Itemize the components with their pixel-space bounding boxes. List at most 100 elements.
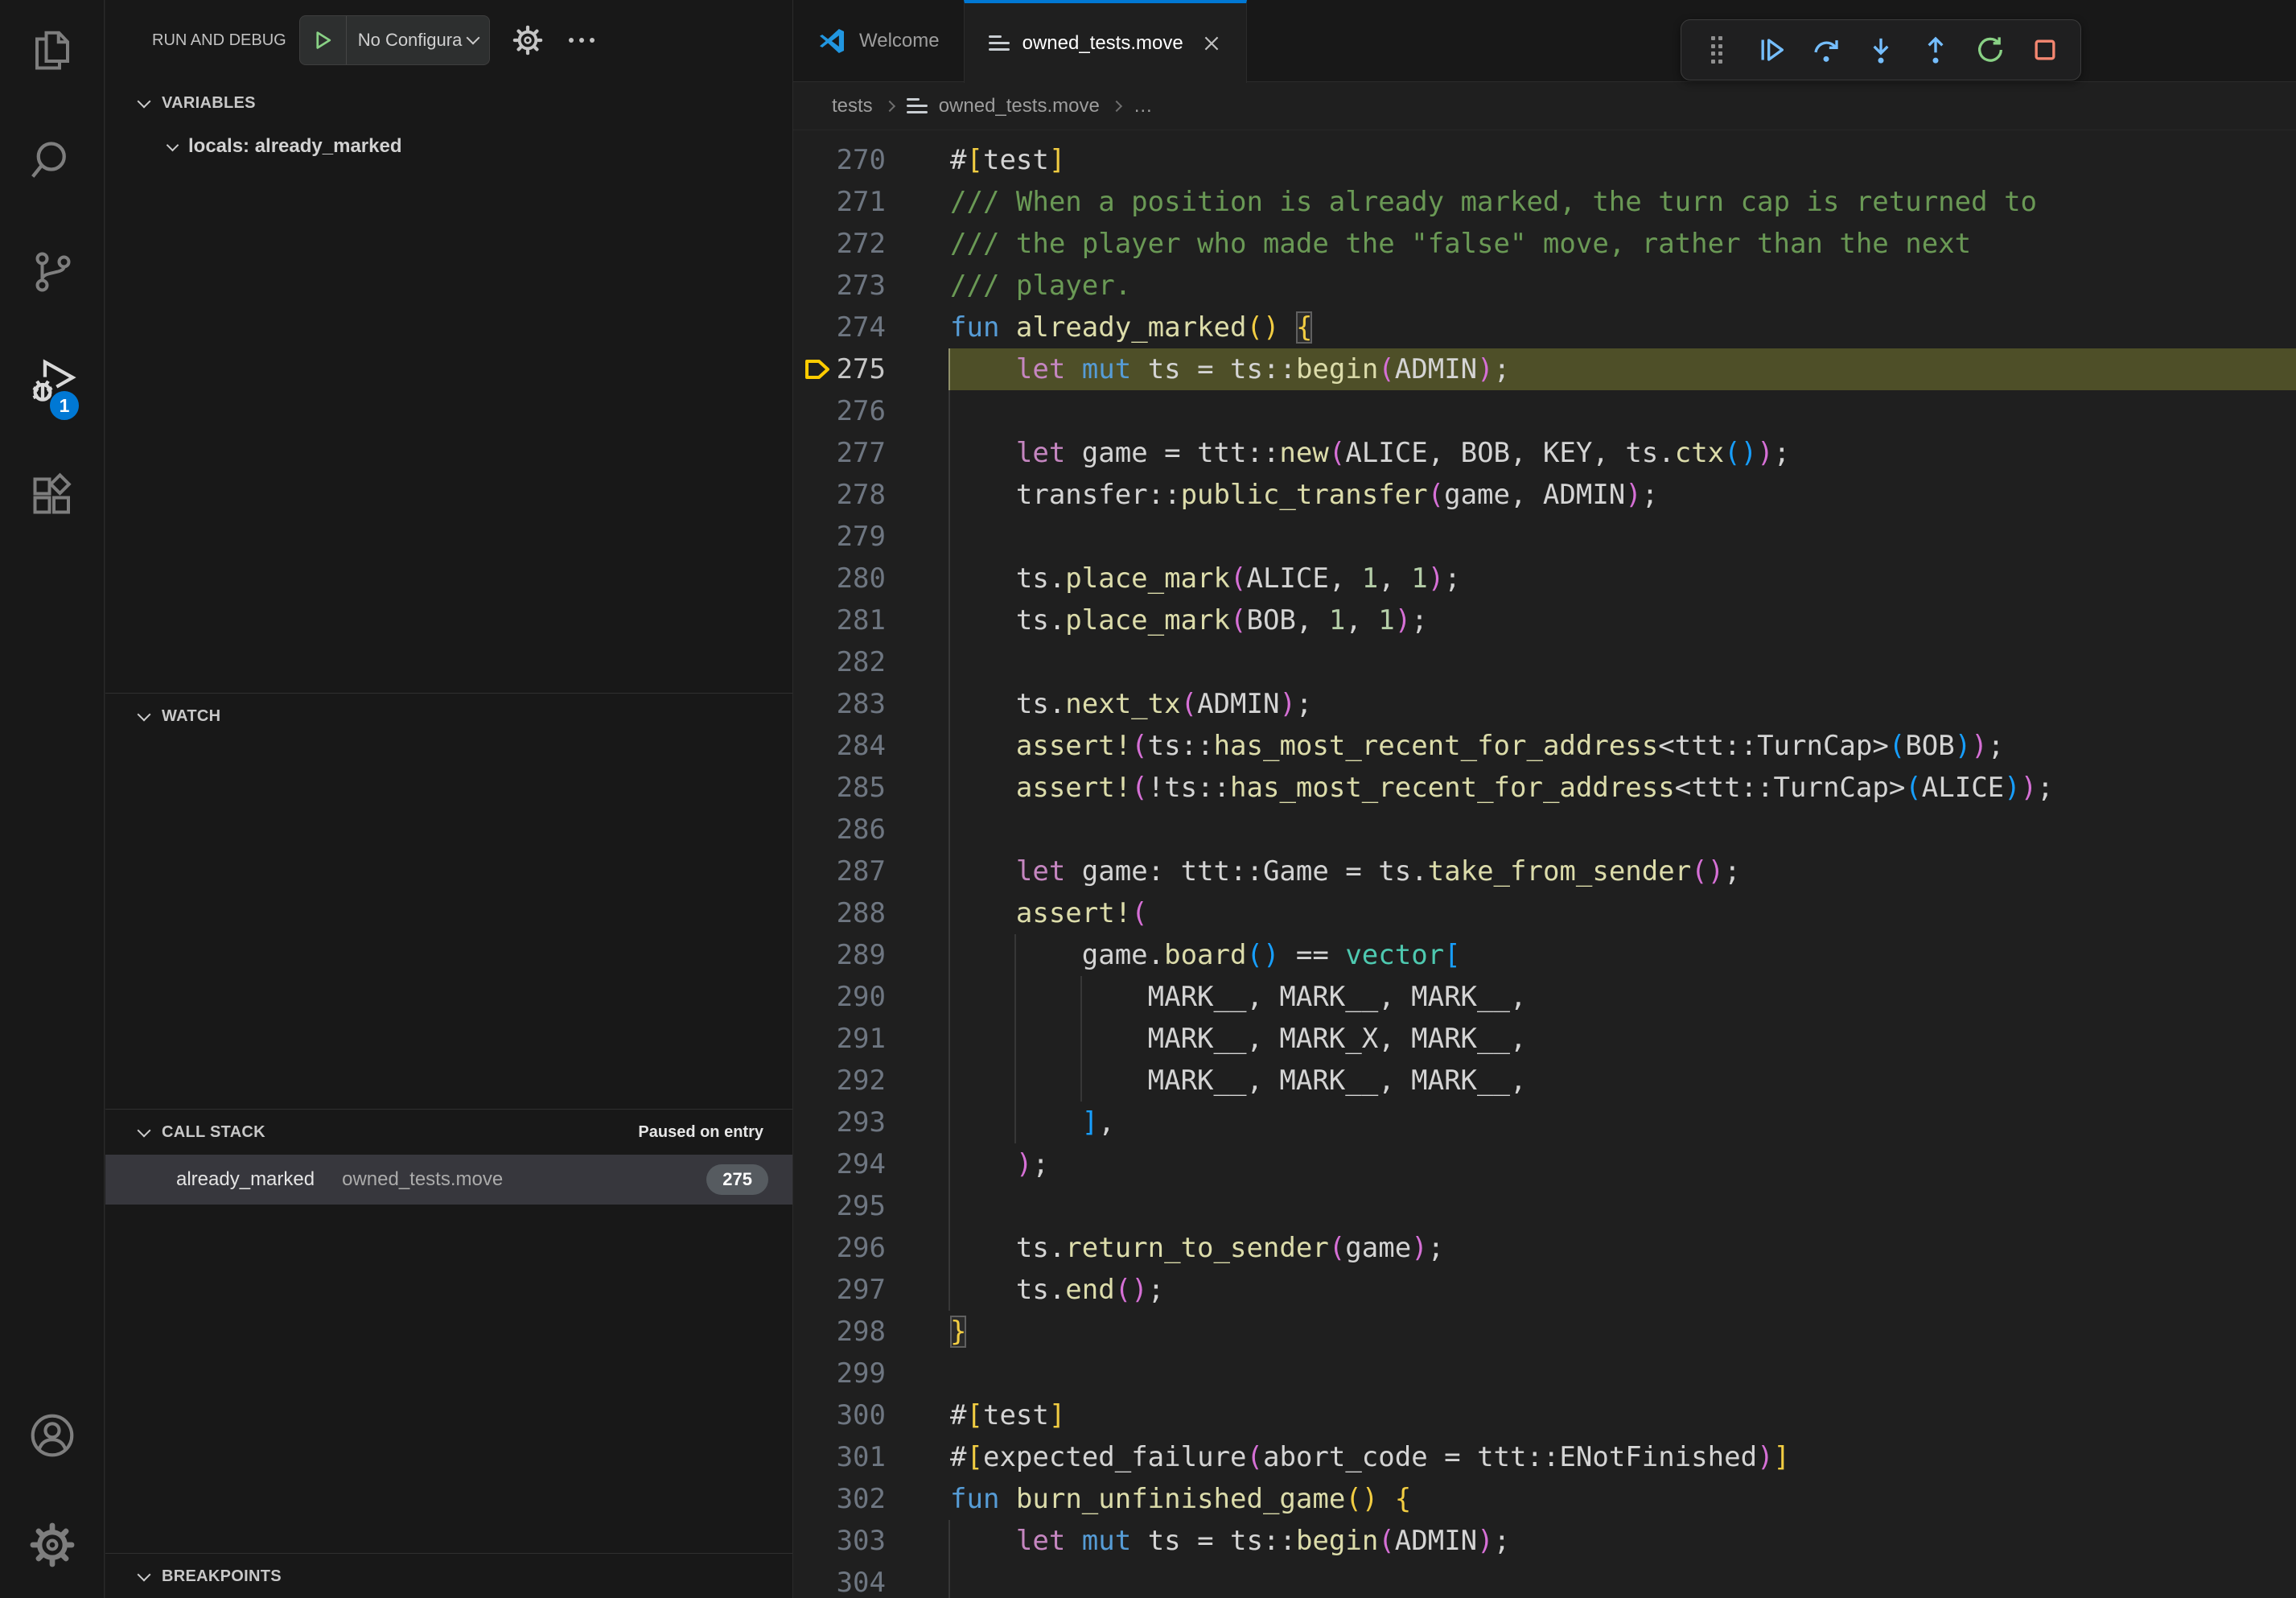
gutter[interactable]: 291 bbox=[793, 1018, 950, 1060]
line-number[interactable]: 289 bbox=[793, 934, 886, 976]
gutter[interactable]: 303 bbox=[793, 1520, 950, 1562]
code-text[interactable]: let game: ttt::Game = ts.take_from_sende… bbox=[950, 850, 2296, 892]
code-text[interactable]: /// player. bbox=[950, 265, 2296, 307]
tab-owned-tests[interactable]: owned_tests.move bbox=[964, 0, 1247, 83]
gutter[interactable]: 301 bbox=[793, 1436, 950, 1478]
gutter[interactable]: 300 bbox=[793, 1394, 950, 1436]
gutter[interactable]: 274 bbox=[793, 307, 950, 348]
code-text[interactable]: let game = ttt::new(ALICE, BOB, KEY, ts.… bbox=[950, 432, 2296, 474]
gutter[interactable]: 304 bbox=[793, 1562, 950, 1598]
start-debugging-icon[interactable] bbox=[300, 16, 347, 64]
gutter[interactable]: 280 bbox=[793, 558, 950, 599]
line-number[interactable]: 291 bbox=[793, 1018, 886, 1060]
code-text[interactable]: let mut ts = ts::begin(ADMIN); bbox=[950, 1520, 2296, 1562]
code-text[interactable] bbox=[950, 390, 2296, 432]
call-stack-frame-row[interactable]: already_marked owned_tests.move 275 bbox=[105, 1155, 792, 1205]
gutter[interactable]: 293 bbox=[793, 1102, 950, 1143]
more-actions-icon[interactable] bbox=[569, 38, 595, 43]
variables-section-header[interactable]: VARIABLES bbox=[105, 80, 792, 126]
line-number[interactable]: 282 bbox=[793, 641, 886, 683]
gutter[interactable]: 286 bbox=[793, 809, 950, 850]
locals-scope-row[interactable]: locals: already_marked bbox=[105, 126, 792, 167]
line-number[interactable]: 297 bbox=[793, 1269, 886, 1311]
line-number[interactable]: 288 bbox=[793, 892, 886, 934]
line-number[interactable]: 274 bbox=[793, 307, 886, 348]
gutter[interactable]: 287 bbox=[793, 850, 950, 892]
gutter[interactable]: 278 bbox=[793, 474, 950, 516]
line-number[interactable]: 272 bbox=[793, 223, 886, 265]
gutter[interactable]: 282 bbox=[793, 641, 950, 683]
gutter[interactable]: 281 bbox=[793, 599, 950, 641]
line-number[interactable]: 296 bbox=[793, 1227, 886, 1269]
gutter[interactable]: 289 bbox=[793, 934, 950, 976]
code-text[interactable]: assert!(!ts::has_most_recent_for_address… bbox=[950, 767, 2296, 809]
line-number[interactable]: 292 bbox=[793, 1060, 886, 1102]
gutter[interactable]: 292 bbox=[793, 1060, 950, 1102]
code-text[interactable]: ts.next_tx(ADMIN); bbox=[950, 683, 2296, 725]
code-text[interactable]: #[expected_failure(abort_code = ttt::ENo… bbox=[950, 1436, 2296, 1478]
watch-section-header[interactable]: WATCH bbox=[105, 694, 792, 739]
code-text[interactable]: fun burn_unfinished_game() { bbox=[950, 1478, 2296, 1520]
line-number[interactable]: 284 bbox=[793, 725, 886, 767]
source-control-icon[interactable] bbox=[27, 246, 78, 298]
code-text[interactable] bbox=[950, 516, 2296, 558]
gutter[interactable]: 299 bbox=[793, 1353, 950, 1394]
line-number[interactable]: 303 bbox=[793, 1520, 886, 1562]
code-text[interactable]: /// the player who made the "false" move… bbox=[950, 223, 2296, 265]
gutter[interactable]: 275 bbox=[793, 348, 950, 390]
line-number[interactable]: 294 bbox=[793, 1143, 886, 1185]
line-number[interactable]: 285 bbox=[793, 767, 886, 809]
breadcrumb-item-tests[interactable]: tests bbox=[832, 95, 873, 117]
gripper-icon[interactable] bbox=[1697, 31, 1736, 69]
line-number[interactable]: 298 bbox=[793, 1311, 886, 1353]
gutter[interactable]: 295 bbox=[793, 1185, 950, 1227]
code-text[interactable]: ts.end(); bbox=[950, 1269, 2296, 1311]
code-text[interactable]: MARK__, MARK__, MARK__, bbox=[950, 976, 2296, 1018]
code-text[interactable]: ts.place_mark(BOB, 1, 1); bbox=[950, 599, 2296, 641]
configure-gear-icon[interactable] bbox=[511, 23, 545, 57]
restart-icon[interactable] bbox=[1971, 31, 2010, 69]
line-number[interactable]: 270 bbox=[793, 139, 886, 181]
continue-icon[interactable] bbox=[1752, 31, 1791, 69]
line-number[interactable]: 273 bbox=[793, 265, 886, 307]
tab-welcome[interactable]: Welcome bbox=[793, 0, 964, 81]
line-number[interactable]: 287 bbox=[793, 850, 886, 892]
code-text[interactable]: ], bbox=[950, 1102, 2296, 1143]
code-text[interactable] bbox=[950, 641, 2296, 683]
account-icon[interactable] bbox=[27, 1410, 78, 1461]
code-text[interactable]: #[test] bbox=[950, 139, 2296, 181]
gutter[interactable]: 288 bbox=[793, 892, 950, 934]
step-out-icon[interactable] bbox=[1916, 31, 1955, 69]
line-number[interactable]: 283 bbox=[793, 683, 886, 725]
code-text[interactable]: assert!(ts::has_most_recent_for_address<… bbox=[950, 725, 2296, 767]
code-text[interactable]: ); bbox=[950, 1143, 2296, 1185]
gutter[interactable]: 277 bbox=[793, 432, 950, 474]
line-number[interactable]: 300 bbox=[793, 1394, 886, 1436]
code-text[interactable]: MARK__, MARK_X, MARK__, bbox=[950, 1018, 2296, 1060]
breakpoints-section-header[interactable]: BREAKPOINTS bbox=[105, 1554, 792, 1598]
code-text[interactable]: #[test] bbox=[950, 1394, 2296, 1436]
line-number[interactable]: 277 bbox=[793, 432, 886, 474]
call-stack-section-header[interactable]: CALL STACK Paused on entry bbox=[105, 1110, 792, 1155]
debug-configuration-dropdown[interactable]: No Configura bbox=[299, 15, 491, 65]
code-text[interactable]: fun already_marked() { bbox=[950, 307, 2296, 348]
code-text[interactable]: game.board() == vector[ bbox=[950, 934, 2296, 976]
gutter[interactable]: 272 bbox=[793, 223, 950, 265]
code-text[interactable]: let mut ts = ts::begin(ADMIN); bbox=[950, 348, 2296, 390]
line-number[interactable]: 293 bbox=[793, 1102, 886, 1143]
code-text[interactable]: ts.place_mark(ALICE, 1, 1); bbox=[950, 558, 2296, 599]
line-number[interactable]: 295 bbox=[793, 1185, 886, 1227]
line-number[interactable]: 304 bbox=[793, 1562, 886, 1598]
breadcrumb-item-file[interactable]: owned_tests.move bbox=[939, 95, 1100, 117]
line-number[interactable]: 280 bbox=[793, 558, 886, 599]
line-number[interactable]: 290 bbox=[793, 976, 886, 1018]
line-number[interactable]: 286 bbox=[793, 809, 886, 850]
gutter[interactable]: 290 bbox=[793, 976, 950, 1018]
line-number[interactable]: 276 bbox=[793, 390, 886, 432]
code-editor[interactable]: 270#[test]271/// When a position is alre… bbox=[793, 130, 2296, 1598]
line-number[interactable]: 278 bbox=[793, 474, 886, 516]
extensions-icon[interactable] bbox=[27, 470, 78, 521]
gutter[interactable]: 273 bbox=[793, 265, 950, 307]
line-number[interactable]: 271 bbox=[793, 181, 886, 223]
gutter[interactable]: 294 bbox=[793, 1143, 950, 1185]
